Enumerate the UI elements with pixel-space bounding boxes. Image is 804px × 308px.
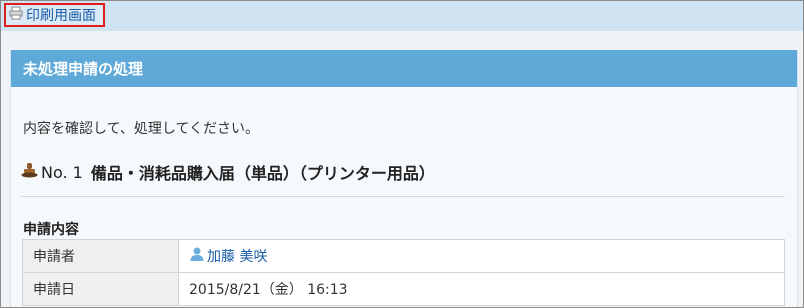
row-value-applicant: 加藤 美咲 (178, 239, 785, 273)
applicant-link[interactable]: 加藤 美咲 (189, 246, 267, 266)
printer-icon (9, 6, 23, 24)
instruction-text: 内容を確認して、処理してください。 (23, 121, 260, 137)
user-icon (189, 246, 205, 266)
row-label-applicant: 申請者 (22, 239, 179, 273)
request-details-table: 申請者 加藤 美咲 申請日 2015/8/21（金） 16:13 (22, 239, 785, 306)
table-row: 申請者 加藤 美咲 (22, 239, 785, 273)
section-label: 申請内容 (23, 222, 79, 238)
top-toolbar: 印刷用画面 (1, 1, 803, 31)
row-label-date: 申請日 (22, 272, 179, 306)
request-panel: 未処理申請の処理 内容を確認して、処理してください。 No. 1 備品・消耗品購… (10, 50, 798, 307)
request-heading: No. 1 備品・消耗品購入届（単品）（プリンター用品） (21, 160, 435, 184)
request-name: 備品・消耗品購入届（単品）（プリンター用品） (90, 164, 435, 183)
divider (21, 196, 785, 197)
window-frame: 印刷用画面 未処理申請の処理 内容を確認して、処理してください。 No. 1 備… (0, 0, 804, 308)
print-view-link[interactable]: 印刷用画面 (4, 3, 105, 27)
panel-title: 未処理申請の処理 (11, 50, 797, 87)
table-row: 申請日 2015/8/21（金） 16:13 (22, 272, 785, 306)
applicant-name: 加藤 美咲 (207, 249, 268, 265)
print-view-label: 印刷用画面 (26, 8, 96, 24)
row-value-date: 2015/8/21（金） 16:13 (178, 272, 785, 306)
stamp-icon (21, 162, 39, 182)
request-number: No. 1 (41, 162, 83, 182)
